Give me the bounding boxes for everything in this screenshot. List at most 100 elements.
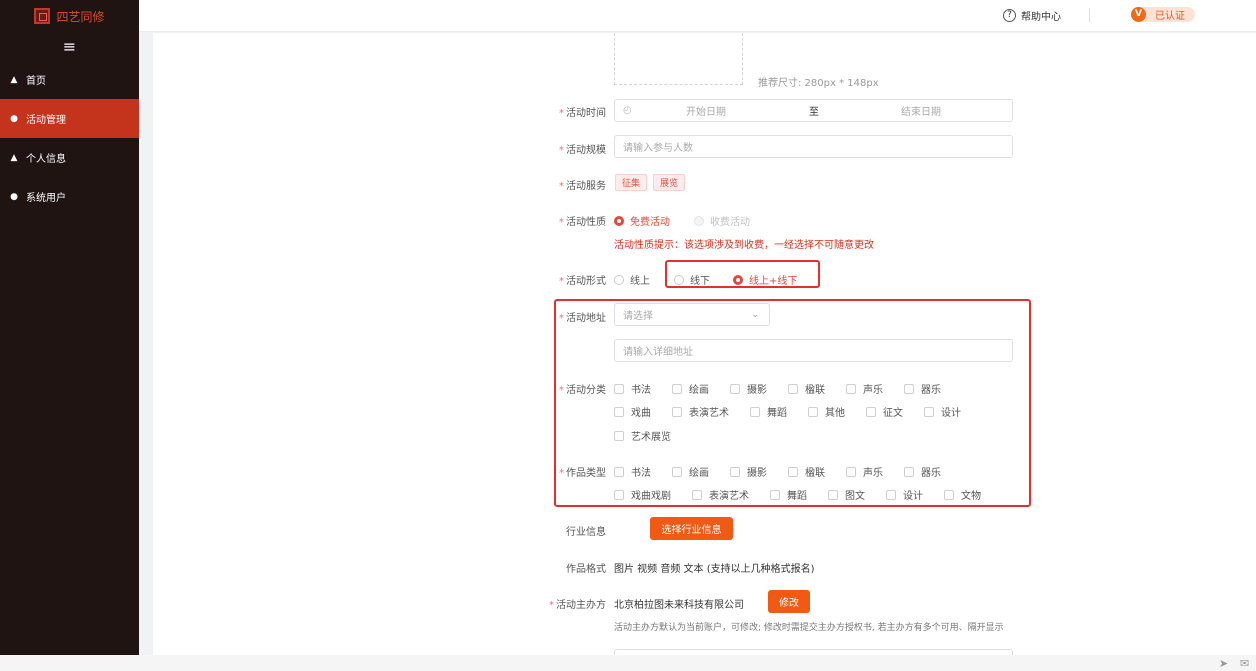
category-checkbox[interactable]: 摄影	[730, 381, 767, 396]
checkbox-label: 书法	[631, 385, 651, 396]
category-checkbox[interactable]: 舞蹈	[750, 404, 787, 419]
scale-label: * 活动规模	[540, 141, 606, 156]
work-type-checkbox[interactable]: 书法	[614, 464, 651, 479]
category-checkbox[interactable]: 设计	[924, 404, 961, 419]
work-type-checkbox[interactable]: 舞蹈	[770, 487, 807, 502]
category-checkbox[interactable]: 表演艺术	[672, 404, 729, 419]
organizer-label: * 活动主办方	[530, 596, 606, 611]
sidebar-item-profile[interactable]: ▲ 个人信息	[0, 138, 139, 177]
work-type-checkbox[interactable]: 图文	[828, 487, 865, 502]
field-label-text: 作品类型	[566, 468, 606, 479]
start-date-input[interactable]: 开始日期	[686, 103, 726, 118]
activity-icon: ●	[10, 113, 18, 124]
checkbox-label: 器乐	[921, 385, 941, 396]
sidebar-item-home[interactable]: ▲ 首页	[0, 60, 139, 99]
radio-dot	[674, 274, 684, 285]
help-icon: ?	[1003, 9, 1016, 22]
required-mark: *	[559, 217, 564, 228]
sidebar-item-label: 活动管理	[26, 115, 66, 126]
checkbox-label: 舞蹈	[767, 408, 787, 419]
radio-label: 免费活动	[630, 217, 670, 228]
checkbox-box	[866, 406, 876, 417]
checkbox-label: 艺术展览	[631, 432, 671, 443]
region-select[interactable]: 请选择 ⌄	[614, 303, 770, 326]
logo[interactable]: 四艺同修	[0, 0, 139, 32]
verified-badge[interactable]: V 已认证	[1131, 7, 1195, 22]
radio-free[interactable]: 免费活动	[614, 213, 670, 228]
work-type-checkbox[interactable]: 楹联	[788, 464, 825, 479]
service-label: * 活动服务	[540, 177, 606, 192]
edit-organizer-button[interactable]: 修改	[768, 590, 810, 613]
checkbox-box	[672, 406, 682, 417]
checkbox-label: 设计	[941, 408, 961, 419]
user-icon: ▲	[10, 152, 18, 163]
checkbox-label: 其他	[825, 408, 845, 419]
checkbox-label: 戏曲	[631, 408, 651, 419]
category-checkbox[interactable]: 绘画	[672, 381, 709, 396]
required-mark: *	[559, 181, 564, 192]
category-checkbox[interactable]: 艺术展览	[614, 428, 671, 443]
field-label-text: 活动服务	[566, 181, 606, 192]
rocket-icon[interactable]: ➤	[1219, 657, 1228, 670]
chat-icon[interactable]: ✉	[1240, 657, 1249, 670]
select-industry-button[interactable]: 选择行业信息	[650, 517, 733, 540]
checkbox-box	[788, 466, 798, 477]
field-label-text: 活动时间	[566, 108, 606, 119]
category-checkbox[interactable]: 器乐	[904, 381, 941, 396]
checkbox-box	[730, 383, 740, 394]
work-format-label: 作品格式	[566, 564, 606, 575]
work-type-checkbox[interactable]: 表演艺术	[692, 487, 749, 502]
checkbox-label: 楹联	[805, 468, 825, 479]
required-mark: *	[549, 600, 554, 611]
radio-online-offline[interactable]: 线上+线下	[733, 272, 797, 287]
work-type-checkbox[interactable]: 声乐	[846, 464, 883, 479]
sidebar-item-label: 系统用户	[26, 193, 66, 204]
category-checkbox[interactable]: 其他	[808, 404, 845, 419]
select-placeholder: 请选择	[623, 311, 653, 322]
category-checkbox[interactable]: 楹联	[788, 381, 825, 396]
checkbox-label: 声乐	[863, 385, 883, 396]
scale-input[interactable]: 请输入参与人数	[614, 135, 1013, 158]
collapse-menu-icon[interactable]: ≡	[0, 32, 139, 60]
radio-paid[interactable]: 收费活动	[694, 213, 750, 228]
end-date-input[interactable]: 结束日期	[901, 103, 941, 118]
sidebar-item-system-users[interactable]: ● 系统用户	[0, 177, 139, 216]
required-mark: *	[559, 313, 564, 324]
work-type-checkbox[interactable]: 器乐	[904, 464, 941, 479]
detail-address-input[interactable]: 请输入详细地址	[614, 339, 1013, 362]
sidebar-item-activity[interactable]: ● 活动管理	[0, 99, 139, 138]
checkbox-box	[944, 489, 954, 500]
radio-offline[interactable]: 线下	[674, 272, 710, 287]
cover-size-hint: 推荐尺寸: 280px * 148px	[758, 78, 879, 89]
radio-label: 线下	[690, 276, 710, 287]
checkbox-box	[692, 489, 702, 500]
chevron-down-icon: ⌄	[751, 309, 760, 320]
nature-warning: 活动性质提示：该选项涉及到收费，一经选择不可随意更改	[614, 240, 874, 251]
field-label-text: 活动规模	[566, 145, 606, 156]
header-divider	[1089, 8, 1090, 22]
radio-online[interactable]: 线上	[614, 272, 650, 287]
radio-label: 线上+线下	[749, 276, 798, 287]
checkbox-box	[886, 489, 896, 500]
checkbox-box	[846, 466, 856, 477]
service-tag-exhibit[interactable]: 展览	[653, 174, 686, 191]
service-tag-collect[interactable]: 征集	[615, 174, 648, 191]
work-type-checkbox[interactable]: 绘画	[672, 464, 709, 479]
work-type-checkbox[interactable]: 文物	[944, 487, 981, 502]
field-label-text: 活动地址	[566, 313, 606, 324]
date-range-picker[interactable]: ◴ 开始日期 至 结束日期	[614, 99, 1013, 122]
category-checkbox[interactable]: 书法	[614, 381, 651, 396]
help-center-link[interactable]: ? 帮助中心	[1003, 8, 1061, 23]
sidebar-item-label: 个人信息	[26, 154, 66, 165]
category-checkbox[interactable]: 戏曲	[614, 404, 651, 419]
work-type-checkbox[interactable]: 设计	[886, 487, 923, 502]
date-separator: 至	[809, 107, 819, 118]
category-checkbox[interactable]: 声乐	[846, 381, 883, 396]
checkbox-box	[770, 489, 780, 500]
work-type-checkbox[interactable]: 戏曲戏剧	[614, 487, 671, 502]
form-type-label: * 活动形式	[540, 272, 606, 287]
category-checkbox[interactable]: 征文	[866, 404, 903, 419]
work-type-checkbox[interactable]: 摄影	[730, 464, 767, 479]
checkbox-label: 表演艺术	[689, 408, 729, 419]
cover-upload-box[interactable]	[614, 33, 743, 85]
